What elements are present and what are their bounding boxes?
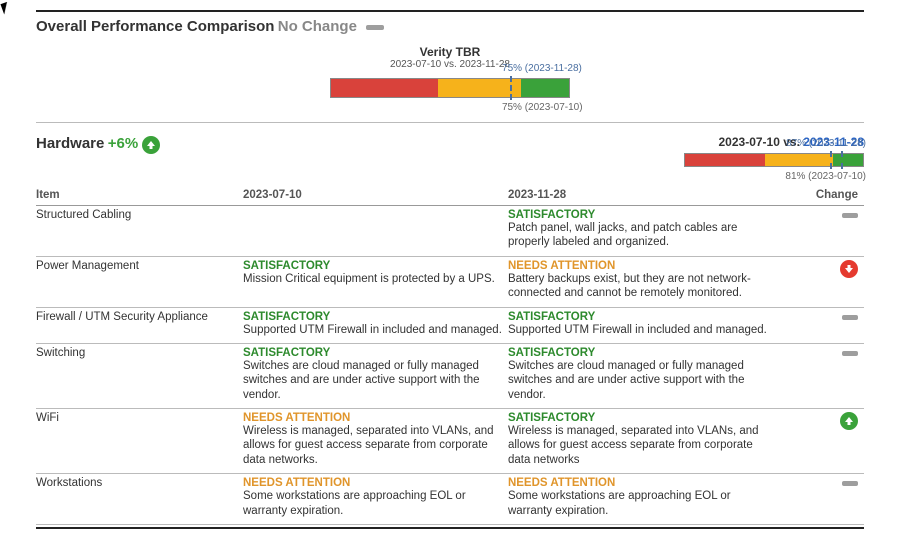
col-date2: 2023-11-28 — [508, 185, 773, 206]
status-desc: Mission Critical equipment is protected … — [243, 272, 502, 286]
cell-change — [773, 256, 864, 307]
overall-title: Overall Performance Comparison — [36, 18, 274, 35]
col-item: Item — [36, 185, 243, 206]
no-change-dash-icon — [366, 25, 384, 30]
no-change-dash-icon — [842, 315, 858, 320]
status-desc: Supported UTM Firewall in included and m… — [243, 323, 502, 337]
cell-date2: NEEDS ATTENTIONBattery backups exist, bu… — [508, 256, 773, 307]
cell-date1: NEEDS ATTENTIONSome workstations are app… — [243, 474, 508, 525]
status-label: SATISFACTORY — [508, 209, 767, 221]
table-row: Structured Cabling SATISFACTORYPatch pane… — [36, 206, 864, 257]
cell-item: Power Management — [36, 256, 243, 307]
status-label: SATISFACTORY — [243, 260, 502, 272]
table-row: Power ManagementSATISFACTORYMission Crit… — [36, 256, 864, 307]
cursor-icon — [0, 0, 14, 14]
divider — [36, 122, 864, 123]
divider-bottom — [36, 527, 864, 529]
cell-change — [773, 474, 864, 525]
bar-seg-red — [331, 79, 438, 97]
no-change-dash-icon — [842, 351, 858, 356]
cell-date1 — [243, 206, 508, 257]
status-desc: Wireless is managed, separated into VLAN… — [508, 424, 767, 467]
minibar-seg-amber — [765, 154, 833, 166]
cell-date2: SATISFACTORYWireless is managed, separat… — [508, 409, 773, 474]
cell-date2: SATISFACTORYSupported UTM Firewall in in… — [508, 307, 773, 343]
overall-section: Overall Performance Comparison No Change… — [36, 18, 864, 98]
hardware-title: Hardware — [36, 135, 104, 152]
minibar-seg-green — [833, 154, 863, 166]
cell-date2: SATISFACTORYPatch panel, wall jacks, and… — [508, 206, 773, 257]
overall-top-tick-label: 75% (2023-11-28) — [502, 63, 582, 74]
cell-date2: NEEDS ATTENTIONSome workstations are app… — [508, 474, 773, 525]
divider-top — [36, 10, 864, 12]
table-row: Firewall / UTM Security ApplianceSATISFA… — [36, 307, 864, 343]
status-desc: Wireless is managed, separated into VLAN… — [243, 424, 502, 467]
hardware-tick-81 — [830, 151, 832, 169]
minibar-seg-red — [685, 154, 765, 166]
cell-item: Firewall / UTM Security Appliance — [36, 307, 243, 343]
col-change: Change — [773, 185, 864, 206]
status-desc: Patch panel, wall jacks, and patch cable… — [508, 221, 767, 250]
arrow-up-icon — [142, 136, 160, 154]
cell-change — [773, 343, 864, 408]
status-label: SATISFACTORY — [508, 347, 767, 359]
hardware-delta: +6% — [108, 135, 138, 152]
status-desc: Switches are cloud managed or fully mana… — [243, 359, 502, 402]
hardware-items-table: Item 2023-07-10 2023-11-28 Change Struct… — [36, 185, 864, 525]
status-label: SATISFACTORY — [508, 311, 767, 323]
status-label: NEEDS ATTENTION — [508, 477, 767, 489]
status-desc: Switches are cloud managed or fully mana… — [508, 359, 767, 402]
cell-date2: SATISFACTORYSwitches are cloud managed o… — [508, 343, 773, 408]
arrow-up-icon — [840, 412, 858, 430]
status-desc: Some workstations are approaching EOL or… — [243, 489, 502, 518]
cell-item: WiFi — [36, 409, 243, 474]
status-label: NEEDS ATTENTION — [508, 260, 767, 272]
overall-chart-subtitle: 2023-07-10 vs. 2023-11-28 — [36, 59, 864, 70]
no-change-dash-icon — [842, 213, 858, 218]
table-row: SwitchingSATISFACTORYSwitches are cloud … — [36, 343, 864, 408]
cell-item: Switching — [36, 343, 243, 408]
overall-score-bar: 75% (2023-11-28) 75% (2023-07-10) — [330, 78, 570, 98]
cell-change — [773, 409, 864, 474]
col-date1: 2023-07-10 — [243, 185, 508, 206]
hardware-top-tick-label: 87% (2023-11-28) — [786, 138, 866, 149]
hardware-bottom-tick-label: 81% (2023-07-10) — [785, 171, 866, 182]
hardware-score-bar: 87% (2023-11-28) 81% (2023-07-10) — [684, 153, 864, 167]
status-label: SATISFACTORY — [508, 412, 767, 424]
bar-seg-green — [521, 79, 569, 97]
overall-status: No Change — [278, 18, 357, 35]
overall-tick-line — [510, 76, 512, 100]
status-desc: Supported UTM Firewall in included and m… — [508, 323, 767, 337]
status-label: NEEDS ATTENTION — [243, 477, 502, 489]
status-desc: Some workstations are approaching EOL or… — [508, 489, 767, 518]
status-label: SATISFACTORY — [243, 347, 502, 359]
table-row: WiFiNEEDS ATTENTIONWireless is managed, … — [36, 409, 864, 474]
hardware-tick-87 — [841, 151, 843, 169]
arrow-down-icon — [840, 260, 858, 278]
bar-seg-amber — [438, 79, 521, 97]
no-change-dash-icon — [842, 481, 858, 486]
cell-item: Structured Cabling — [36, 206, 243, 257]
table-row: WorkstationsNEEDS ATTENTIONSome workstat… — [36, 474, 864, 525]
hardware-date1: 2023-07-10 — [719, 135, 780, 149]
hardware-header: Hardware +6% 2023-07-10 vs. 2023-11-28 8… — [36, 135, 864, 167]
cell-date1: SATISFACTORYSwitches are cloud managed o… — [243, 343, 508, 408]
cell-change — [773, 307, 864, 343]
cell-item: Workstations — [36, 474, 243, 525]
overall-bottom-tick-label: 75% (2023-07-10) — [502, 102, 583, 113]
cell-date1: SATISFACTORYMission Critical equipment i… — [243, 256, 508, 307]
status-label: NEEDS ATTENTION — [243, 412, 502, 424]
cell-change — [773, 206, 864, 257]
status-desc: Battery backups exist, but they are not … — [508, 272, 767, 301]
cell-date1: NEEDS ATTENTIONWireless is managed, sepa… — [243, 409, 508, 474]
overall-chart-title: Verity TBR — [36, 45, 864, 59]
cell-date1: SATISFACTORYSupported UTM Firewall in in… — [243, 307, 508, 343]
status-label: SATISFACTORY — [243, 311, 502, 323]
table-header-row: Item 2023-07-10 2023-11-28 Change — [36, 185, 864, 206]
